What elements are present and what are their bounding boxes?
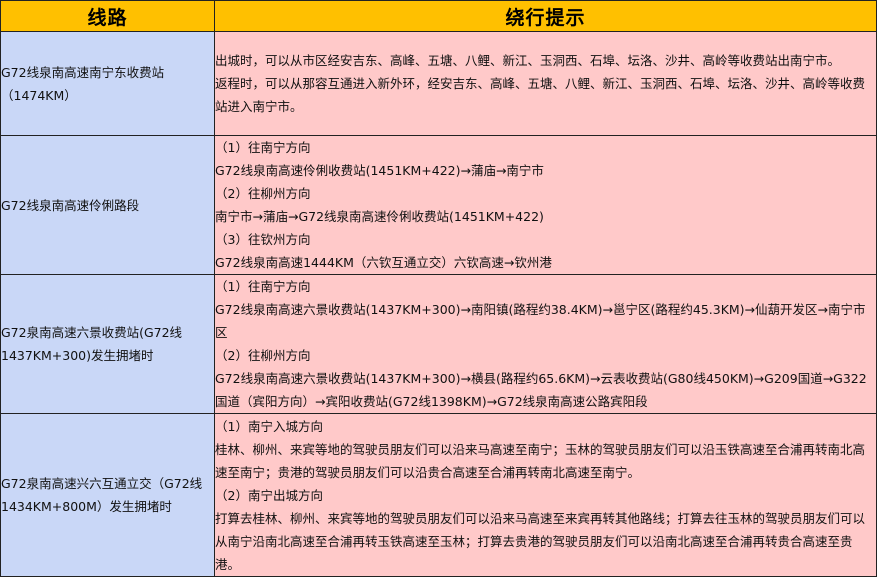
detour-table: 线路 绕行提示 G72线泉南高速南宁东收费站（1474KM） 出城时，可以从市区… (0, 0, 877, 577)
tip-line: （2）往柳州方向 (215, 186, 311, 201)
tips-cell: 出城时，可以从市区经安吉东、高峰、五塘、八鲤、新江、玉洞西、石埠、坛洛、沙井、高… (214, 31, 877, 136)
route-cell: G72泉南高速六景收费站(G72线1437KM+300)发生拥堵时 (0, 274, 215, 414)
header-route: 线路 (0, 0, 215, 32)
route-cell: G72线泉南高速伶俐路段 (0, 135, 215, 275)
tip-line: 出城时，可以从市区经安吉东、高峰、五塘、八鲤、新江、玉洞西、石埠、坛洛、沙井、高… (215, 53, 841, 68)
tip-line: （1）往南宁方向 (215, 140, 311, 155)
tip-line: G72线泉南高速伶俐收费站(1451KM+422)→蒲庙→南宁市 (215, 163, 544, 178)
tips-cell: （1）往南宁方向 G72线泉南高速六景收费站(1437KM+300)→南阳镇(路… (214, 274, 877, 414)
tip-line: 桂林、柳州、来宾等地的驾驶员朋友们可以沿来马高速至南宁；玉林的驾驶员朋友们可以沿… (215, 441, 866, 480)
tip-line: 打算去桂林、柳州、来宾等地的驾驶员朋友们可以沿来马高速至来宾再转其他路线；打算去… (215, 510, 866, 572)
tip-line: （3）往钦州方向 (215, 232, 311, 247)
table-header-row: 线路 绕行提示 (0, 0, 877, 32)
tip-line: （1）南宁入城方向 (215, 418, 323, 434)
header-tips: 绕行提示 (214, 0, 877, 32)
tip-line: （2）南宁出城方向 (215, 487, 323, 503)
table-row: G72线泉南高速伶俐路段 （1）往南宁方向 G72线泉南高速伶俐收费站(1451… (0, 135, 877, 275)
tip-line: 返程时，可以从那容互通进入新外环，经安吉东、高峰、五塘、八鲤、新江、玉洞西、石埠… (215, 76, 866, 114)
tips-cell: （1）往南宁方向 G72线泉南高速伶俐收费站(1451KM+422)→蒲庙→南宁… (214, 135, 877, 275)
table-row: G72线泉南高速南宁东收费站（1474KM） 出城时，可以从市区经安吉东、高峰、… (0, 31, 877, 136)
table-row: G72泉南高速六景收费站(G72线1437KM+300)发生拥堵时 （1）往南宁… (0, 274, 877, 414)
route-cell: G72线泉南高速南宁东收费站（1474KM） (0, 31, 215, 136)
tip-line: （1）往南宁方向 (215, 279, 311, 294)
route-cell: G72泉南高速兴六互通立交（G72线1434KM+800M）发生拥堵时 (0, 413, 215, 577)
table-row: G72泉南高速兴六互通立交（G72线1434KM+800M）发生拥堵时 （1）南… (0, 413, 877, 577)
tip-line: G72线泉南高速六景收费站(1437KM+300)→南阳镇(路程约38.4KM)… (215, 302, 866, 340)
tips-cell: （1）南宁入城方向 桂林、柳州、来宾等地的驾驶员朋友们可以沿来马高速至南宁；玉林… (214, 413, 877, 577)
tip-line: （2）往柳州方向 (215, 348, 311, 363)
tip-line: G72线泉南高速1444KM（六钦互通立交）六钦高速→钦州港 (215, 255, 552, 270)
tip-line: G72线泉南高速六景收费站(1437KM+300)→横县(路程约65.6KM)→… (215, 371, 867, 409)
tip-line: 南宁市→蒲庙→G72线泉南高速伶俐收费站(1451KM+422) (215, 209, 544, 224)
